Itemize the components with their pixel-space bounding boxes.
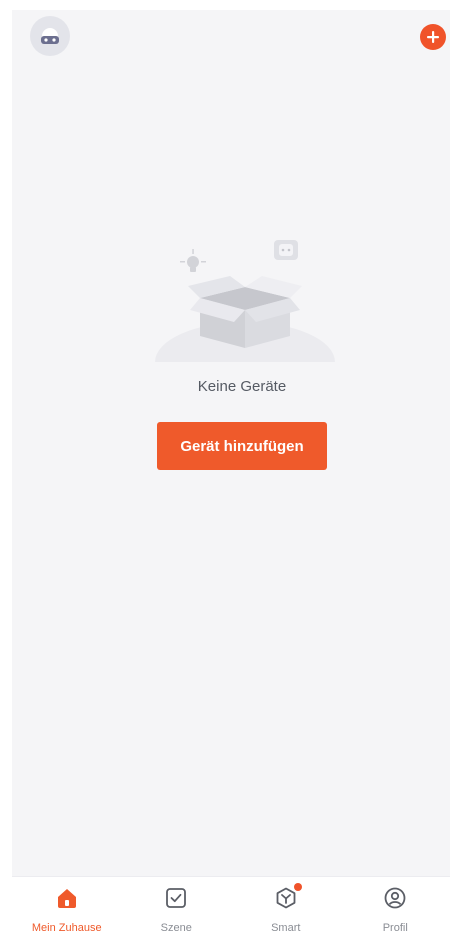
tab-label: Szene: [161, 922, 192, 934]
notification-dot: [294, 883, 302, 891]
empty-state-message: Keine Geräte: [12, 378, 450, 395]
tab-smart[interactable]: Smart: [231, 877, 341, 942]
tab-szene[interactable]: Szene: [122, 877, 232, 942]
profile-icon: [382, 885, 408, 911]
tab-label: Smart: [271, 922, 300, 934]
tab-profil[interactable]: Profil: [341, 877, 450, 942]
scene-checkbox-icon: [163, 885, 189, 911]
tab-label: Profil: [383, 922, 408, 934]
add-device-primary-button[interactable]: Gerät hinzufügen: [157, 422, 327, 470]
home-icon: [54, 885, 80, 911]
tab-mein-zuhause[interactable]: Mein Zuhause: [12, 877, 122, 942]
plus-icon: [426, 30, 440, 44]
smart-icon: [273, 885, 299, 911]
add-device-button[interactable]: [420, 24, 446, 50]
bottom-tab-bar: Mein Zuhause Szene Smart: [12, 876, 450, 942]
tab-label: Mein Zuhause: [32, 922, 102, 934]
app-screen: Keine Geräte Gerät hinzufügen: [12, 10, 450, 931]
user-avatar[interactable]: [30, 16, 70, 56]
empty-box-icon: [150, 230, 340, 370]
user-avatar-icon: [37, 25, 63, 47]
